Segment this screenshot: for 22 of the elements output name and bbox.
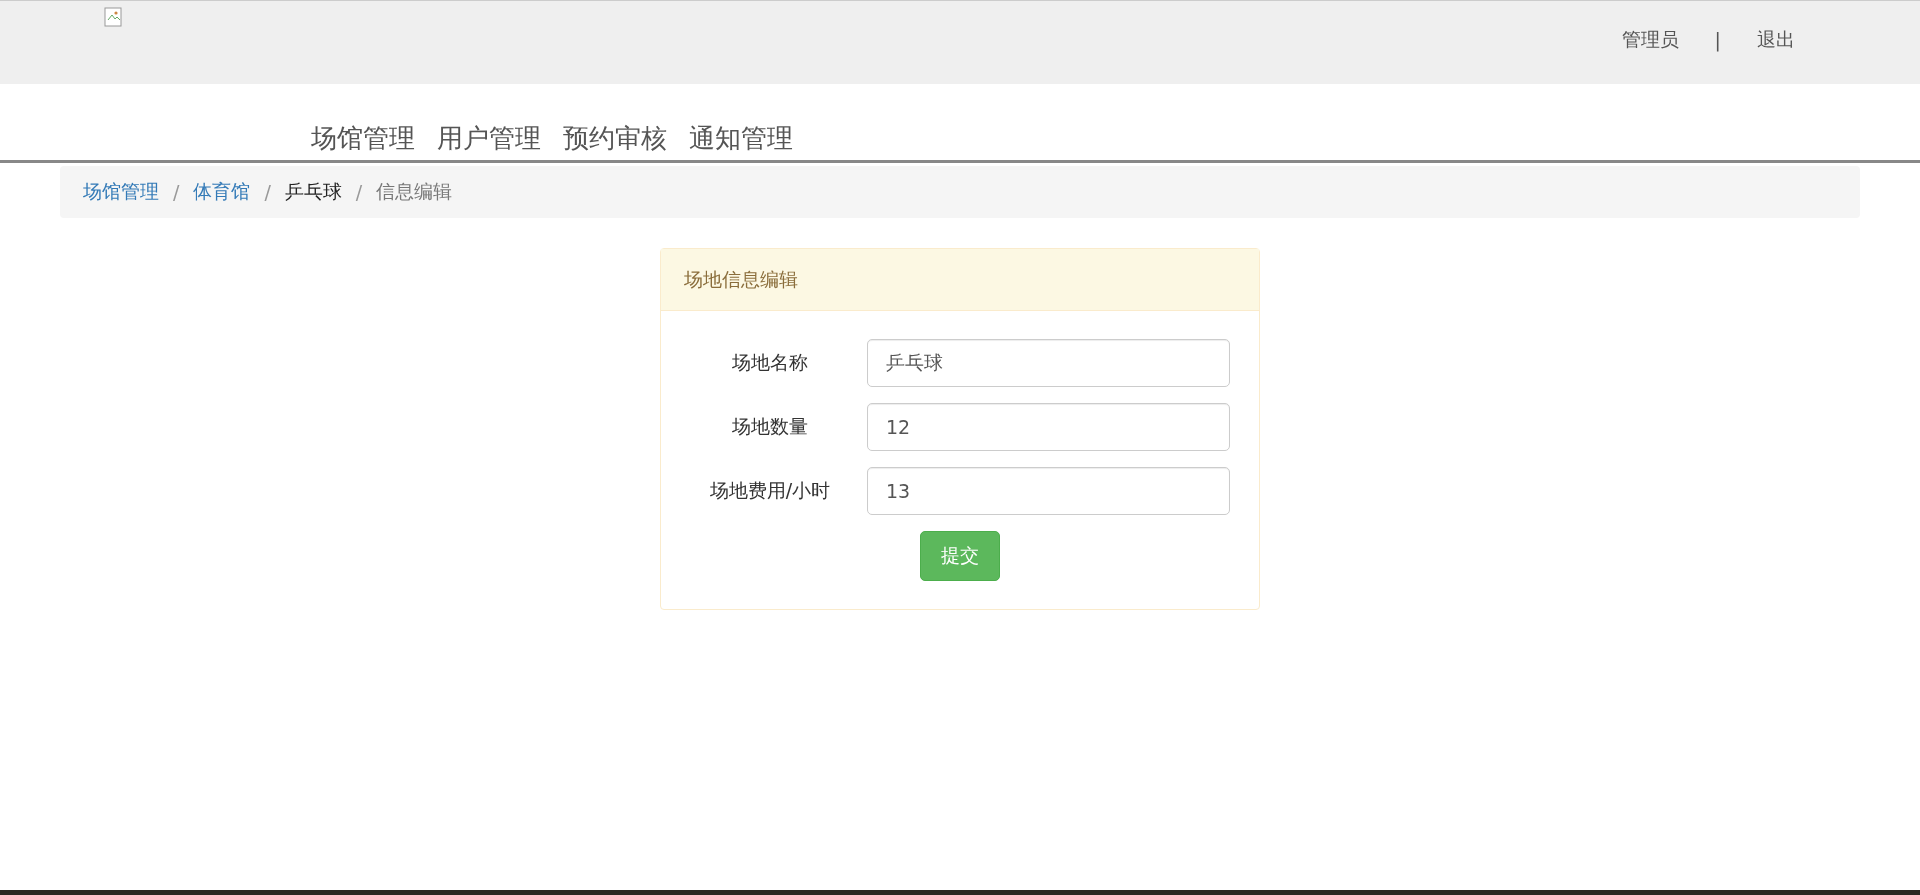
nav-link[interactable]: 场馆管理: [311, 118, 415, 160]
field-label: 场地费用/小时: [708, 478, 832, 503]
breadcrumb-separator: /: [173, 181, 180, 203]
field-label: 场地名称: [731, 350, 809, 375]
breadcrumb-separator: /: [264, 181, 271, 203]
panel-title: 场地信息编辑: [661, 249, 1259, 311]
breadcrumb-link[interactable]: 体育馆: [193, 179, 251, 205]
logout-link[interactable]: 退出: [1757, 27, 1795, 53]
nav-link[interactable]: 通知管理: [689, 118, 793, 160]
broken-image-icon: [104, 7, 124, 27]
nav-link[interactable]: 预约审核: [563, 118, 667, 160]
breadcrumb-separator: /: [355, 181, 363, 203]
divider-text: |: [1714, 29, 1721, 51]
user-link[interactable]: 管理员: [1621, 27, 1679, 53]
field-label: 场地数量: [731, 414, 809, 439]
input-field[interactable]: 乒乓球: [867, 339, 1230, 387]
breadcrumb-item: 乒乓球: [284, 179, 342, 204]
input-field[interactable]: 13: [867, 467, 1230, 515]
nav-link[interactable]: 用户管理: [437, 118, 541, 160]
input-field[interactable]: 12: [867, 403, 1230, 451]
breadcrumb-current: 信息编辑: [376, 179, 453, 204]
breadcrumb-link[interactable]: 场馆管理: [83, 179, 159, 205]
